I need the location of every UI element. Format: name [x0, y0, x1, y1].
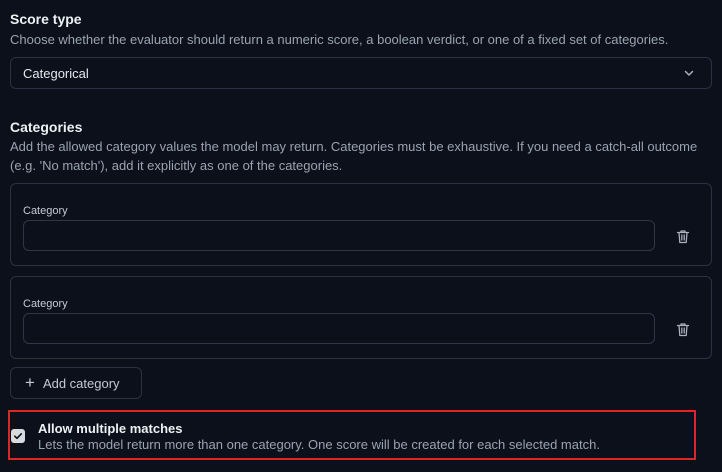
- score-type-title: Score type: [10, 11, 82, 27]
- score-type-description: Choose whether the evaluator should retu…: [10, 32, 669, 47]
- add-category-button[interactable]: + Add category: [10, 367, 142, 399]
- category-label: Category: [23, 205, 68, 217]
- category-input[interactable]: [23, 313, 655, 344]
- evaluator-settings-panel: Score type Choose whether the evaluator …: [0, 0, 722, 472]
- add-category-label: Add category: [42, 375, 120, 391]
- allow-multiple-checkbox[interactable]: [11, 429, 25, 443]
- score-type-selected-value: Categorical: [23, 65, 89, 81]
- trash-icon[interactable]: [674, 227, 692, 245]
- allow-multiple-description: Lets the model return more than one cate…: [38, 437, 600, 452]
- categories-title: Categories: [10, 119, 83, 135]
- category-input[interactable]: [23, 220, 655, 251]
- plus-icon: +: [25, 372, 35, 392]
- check-icon: [14, 433, 23, 440]
- trash-icon[interactable]: [674, 320, 692, 338]
- score-type-select[interactable]: Categorical: [10, 57, 712, 89]
- allow-multiple-title: Allow multiple matches: [38, 421, 183, 436]
- category-card: Category: [10, 276, 712, 359]
- category-label: Category: [23, 298, 68, 310]
- category-card: Category: [10, 183, 712, 266]
- categories-description: Add the allowed category values the mode…: [10, 139, 698, 173]
- chevron-down-icon: [683, 66, 697, 80]
